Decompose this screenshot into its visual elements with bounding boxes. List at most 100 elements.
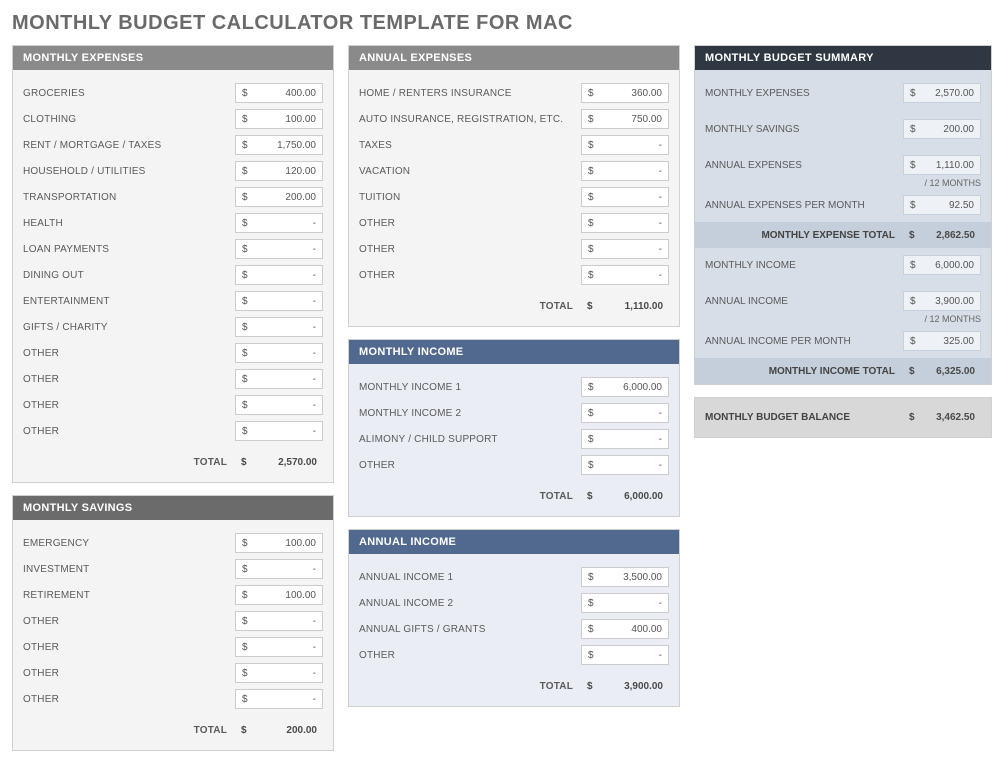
- page-title: MONTHLY BUDGET CALCULATOR TEMPLATE FOR M…: [12, 12, 995, 35]
- monthly-savings-input[interactable]: $-: [235, 559, 323, 579]
- summary-monthly-savings-value[interactable]: $200.00: [903, 119, 981, 139]
- monthly-expenses-label: ENTERTAINMENT: [23, 296, 235, 307]
- monthly-expenses-row: HOUSEHOLD / UTILITIES$120.00: [23, 160, 323, 182]
- monthly-expenses-header: MONTHLY EXPENSES: [13, 46, 333, 70]
- monthly-expenses-input[interactable]: $-: [235, 265, 323, 285]
- summary-annual-expenses-pm-label: ANNUAL EXPENSES PER MONTH: [705, 200, 903, 211]
- monthly-income-row: MONTHLY INCOME 2$-: [359, 402, 669, 424]
- annual-expenses-label: AUTO INSURANCE, REGISTRATION, ETC.: [359, 114, 581, 125]
- balance-label: MONTHLY BUDGET BALANCE: [705, 412, 903, 423]
- monthly-expenses-label: OTHER: [23, 374, 235, 385]
- monthly-expenses-label: CLOTHING: [23, 114, 235, 125]
- monthly-expenses-input[interactable]: $-: [235, 291, 323, 311]
- annual-expenses-input[interactable]: $-: [581, 239, 669, 259]
- monthly-expenses-panel: MONTHLY EXPENSES GROCERIES$400.00 CLOTHIN…: [12, 45, 334, 483]
- monthly-expenses-input[interactable]: $-: [235, 317, 323, 337]
- monthly-savings-input[interactable]: $100.00: [235, 585, 323, 605]
- monthly-expenses-row: ENTERTAINMENT$-: [23, 290, 323, 312]
- annual-expenses-row: OTHER$-: [359, 264, 669, 286]
- monthly-expenses-input[interactable]: $100.00: [235, 109, 323, 129]
- monthly-savings-input[interactable]: $-: [235, 689, 323, 709]
- monthly-expenses-row: OTHER$-: [23, 368, 323, 390]
- monthly-expenses-input[interactable]: $-: [235, 395, 323, 415]
- annual-expenses-header: ANNUAL EXPENSES: [349, 46, 679, 70]
- summary-monthly-expenses-value[interactable]: $2,570.00: [903, 83, 981, 103]
- total-label: TOTAL: [359, 681, 581, 692]
- annual-expenses-input[interactable]: $-: [581, 161, 669, 181]
- annual-income-input[interactable]: $400.00: [581, 619, 669, 639]
- monthly-expenses-input[interactable]: $-: [235, 239, 323, 259]
- annual-income-label: ANNUAL INCOME 1: [359, 572, 581, 583]
- annual-income-input[interactable]: $-: [581, 645, 669, 665]
- monthly-savings-label: OTHER: [23, 642, 235, 653]
- monthly-income-panel: MONTHLY INCOME MONTHLY INCOME 1$6,000.00…: [348, 339, 680, 517]
- monthly-income-label: OTHER: [359, 460, 581, 471]
- monthly-income-input[interactable]: $6,000.00: [581, 377, 669, 397]
- monthly-savings-input[interactable]: $100.00: [235, 533, 323, 553]
- summary-monthly-income-value[interactable]: $6,000.00: [903, 255, 981, 275]
- monthly-savings-row: RETIREMENT$100.00: [23, 584, 323, 606]
- summary-monthly-expenses-label: MONTHLY EXPENSES: [705, 88, 903, 99]
- monthly-expenses-input[interactable]: $200.00: [235, 187, 323, 207]
- summary-annual-expenses-pm-value[interactable]: $92.50: [903, 195, 981, 215]
- annual-income-input[interactable]: $-: [581, 593, 669, 613]
- monthly-savings-total: $200.00: [235, 725, 323, 736]
- total-label: TOTAL: [23, 725, 235, 736]
- monthly-expenses-label: TRANSPORTATION: [23, 192, 235, 203]
- monthly-expenses-row: CLOTHING$100.00: [23, 108, 323, 130]
- monthly-savings-input[interactable]: $-: [235, 611, 323, 631]
- monthly-expenses-input[interactable]: $1,750.00: [235, 135, 323, 155]
- summary-annual-income-value[interactable]: $3,900.00: [903, 291, 981, 311]
- annual-expenses-input[interactable]: $-: [581, 213, 669, 233]
- annual-income-input[interactable]: $3,500.00: [581, 567, 669, 587]
- monthly-income-input[interactable]: $-: [581, 403, 669, 423]
- annual-expenses-input[interactable]: $750.00: [581, 109, 669, 129]
- annual-income-label: ANNUAL GIFTS / GRANTS: [359, 624, 581, 635]
- summary-per-12-note-1: / 12 MONTHS: [705, 178, 981, 188]
- monthly-expenses-input[interactable]: $-: [235, 343, 323, 363]
- monthly-savings-input[interactable]: $-: [235, 663, 323, 683]
- summary-annual-expenses-value[interactable]: $1,110.00: [903, 155, 981, 175]
- summary-monthly-expenses-row: MONTHLY EXPENSES $2,570.00: [705, 82, 981, 104]
- monthly-savings-label: OTHER: [23, 694, 235, 705]
- monthly-income-input[interactable]: $-: [581, 455, 669, 475]
- monthly-expenses-input[interactable]: $400.00: [235, 83, 323, 103]
- monthly-expenses-body: GROCERIES$400.00 CLOTHING$100.00 RENT / MO…: [13, 70, 333, 482]
- monthly-expenses-input[interactable]: $-: [235, 369, 323, 389]
- monthly-expenses-row: TRANSPORTATION$200.00: [23, 186, 323, 208]
- annual-income-row: OTHER$-: [359, 644, 669, 666]
- annual-expenses-input[interactable]: $-: [581, 135, 669, 155]
- balance-value: $3,462.50: [903, 412, 981, 423]
- annual-expenses-input[interactable]: $-: [581, 187, 669, 207]
- annual-expenses-label: OTHER: [359, 270, 581, 281]
- annual-income-panel: ANNUAL INCOME ANNUAL INCOME 1$3,500.00AN…: [348, 529, 680, 707]
- summary-annual-income-pm-value[interactable]: $325.00: [903, 331, 981, 351]
- monthly-income-input[interactable]: $-: [581, 429, 669, 449]
- summary-monthly-savings-row: MONTHLY SAVINGS $200.00: [705, 118, 981, 140]
- monthly-savings-label: OTHER: [23, 616, 235, 627]
- annual-expenses-input[interactable]: $-: [581, 265, 669, 285]
- monthly-expenses-label: HEALTH: [23, 218, 235, 229]
- monthly-expenses-row: RENT / MORTGAGE / TAXES$1,750.00: [23, 134, 323, 156]
- annual-expenses-label: VACATION: [359, 166, 581, 177]
- monthly-savings-row: EMERGENCY$100.00: [23, 532, 323, 554]
- monthly-expenses-input[interactable]: $-: [235, 213, 323, 233]
- annual-income-row: ANNUAL INCOME 2$-: [359, 592, 669, 614]
- total-label: TOTAL: [23, 457, 235, 468]
- monthly-income-label: MONTHLY INCOME 2: [359, 408, 581, 419]
- monthly-expenses-row: HEALTH$-: [23, 212, 323, 234]
- monthly-expenses-row: GROCERIES$400.00: [23, 82, 323, 104]
- monthly-savings-input[interactable]: $-: [235, 637, 323, 657]
- monthly-income-body: MONTHLY INCOME 1$6,000.00MONTHLY INCOME …: [349, 364, 679, 516]
- monthly-savings-row: OTHER$-: [23, 636, 323, 658]
- annual-expenses-label: TAXES: [359, 140, 581, 151]
- monthly-expenses-input[interactable]: $-: [235, 421, 323, 441]
- monthly-expenses-input[interactable]: $120.00: [235, 161, 323, 181]
- total-label: TOTAL: [359, 301, 581, 312]
- summary-header: MONTHLY BUDGET SUMMARY: [695, 46, 991, 70]
- summary-expense-total-bar: MONTHLY EXPENSE TOTAL $2,862.50: [695, 222, 991, 248]
- annual-expenses-label: OTHER: [359, 218, 581, 229]
- annual-expenses-input[interactable]: $360.00: [581, 83, 669, 103]
- monthly-income-header: MONTHLY INCOME: [349, 340, 679, 364]
- monthly-income-row: OTHER$-: [359, 454, 669, 476]
